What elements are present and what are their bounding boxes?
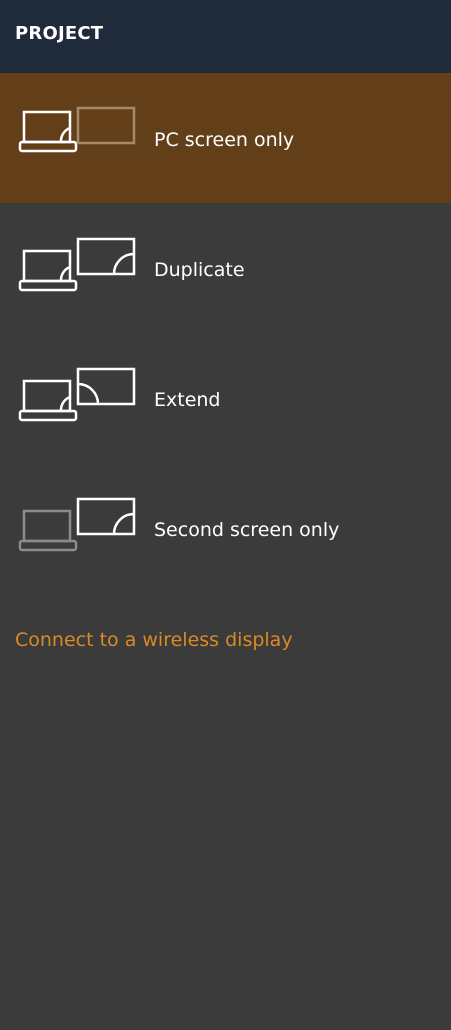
second-screen-only-icon	[18, 497, 136, 552]
connect-wireless-display-link[interactable]: Connect to a wireless display	[15, 629, 293, 651]
duplicate-icon	[18, 237, 136, 292]
pc-screen-only-icon	[18, 106, 136, 153]
option-duplicate[interactable]: Duplicate	[0, 203, 451, 333]
panel-title: PROJECT	[15, 23, 104, 44]
option-pc-screen-only[interactable]: PC screen only	[0, 73, 451, 203]
option-label: Duplicate	[154, 259, 245, 281]
extend-icon	[18, 367, 136, 422]
option-label: Second screen only	[154, 519, 340, 541]
project-panel: PROJECT PC screen only Duplicate Extend …	[0, 0, 451, 1030]
panel-header: PROJECT	[0, 0, 451, 73]
option-label: PC screen only	[154, 129, 295, 151]
option-label: Extend	[154, 389, 221, 411]
option-second-screen-only[interactable]: Second screen only	[0, 463, 451, 593]
option-extend[interactable]: Extend	[0, 333, 451, 463]
